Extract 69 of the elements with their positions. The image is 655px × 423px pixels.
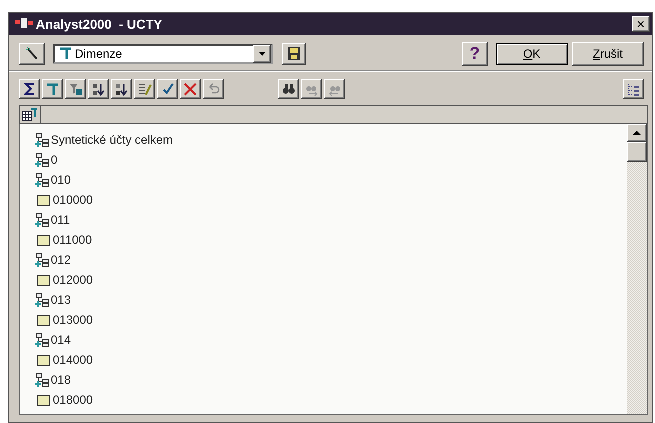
close-button[interactable]: × (632, 16, 650, 32)
checklist-icon (138, 82, 152, 96)
tree-item-label[interactable]: Syntetické účty celkem (51, 133, 174, 147)
dimension-icon (59, 47, 72, 60)
scroll-up-icon (633, 131, 641, 135)
tree-item-label[interactable]: 011 (51, 213, 70, 227)
find-previous-button[interactable] (324, 79, 345, 99)
tree-item-label[interactable]: 012000 (53, 273, 94, 287)
sort-descending-button[interactable] (111, 79, 132, 99)
binoculars-icon (282, 83, 296, 95)
filter-icon (68, 82, 82, 96)
leaf-node-icon (37, 194, 50, 206)
scrollbar[interactable] (627, 124, 647, 414)
tree-item-label[interactable]: 0 (51, 153, 58, 167)
tree-item-label[interactable]: 013 (51, 293, 72, 307)
leaf-node-icon (37, 274, 50, 286)
tree-item-label[interactable]: 013000 (53, 313, 94, 327)
find-next-button[interactable] (301, 79, 322, 99)
tree-item-label[interactable]: 014000 (53, 353, 94, 367)
hierarchy-icon (34, 373, 50, 387)
undo-button[interactable] (203, 79, 224, 99)
cancel-button[interactable]: Zrušit (572, 42, 644, 66)
tree-item-label[interactable]: 010 (51, 173, 72, 187)
hierarchy-icon (34, 133, 50, 147)
tree-item-label[interactable]: 018000 (53, 393, 94, 407)
delete-icon (184, 82, 197, 96)
find-button[interactable] (278, 79, 299, 99)
table-icon (22, 108, 38, 122)
leaf-node-icon (37, 234, 50, 246)
app-logo-icon (15, 18, 33, 30)
hierarchy-icon (34, 253, 50, 267)
hierarchy-icon (34, 293, 50, 307)
save-button[interactable] (282, 42, 306, 64)
scroll-thumb[interactable] (627, 142, 647, 162)
tree-view-button[interactable] (623, 79, 644, 99)
hierarchy-icon (34, 153, 50, 167)
tree-item-label[interactable]: 014 (51, 333, 72, 347)
leaf-node-icon (37, 394, 50, 406)
checklist-button[interactable] (134, 79, 155, 99)
hierarchy-icon (34, 333, 50, 347)
check-icon (162, 83, 174, 95)
ok-button[interactable]: OK (496, 42, 568, 64)
tree-view-icon (627, 82, 640, 96)
undo-icon (207, 83, 220, 95)
help-button[interactable]: ? (462, 42, 488, 66)
sort-ascending-button[interactable] (88, 79, 109, 99)
leaf-node-icon (37, 314, 50, 326)
dimension-button[interactable] (42, 79, 63, 99)
sum-icon (24, 83, 36, 95)
sort-descending-icon (115, 82, 128, 96)
sum-button[interactable] (19, 79, 40, 99)
tree-item-label[interactable]: 011000 (53, 233, 92, 247)
magic-wand-icon (25, 46, 39, 60)
dimension-select[interactable]: Dimenze (53, 44, 273, 64)
delete-button[interactable] (180, 79, 201, 99)
confirm-button[interactable] (157, 79, 178, 99)
tree-item-label[interactable]: 018 (51, 373, 72, 387)
save-icon (287, 46, 301, 61)
sort-ascending-icon (92, 82, 105, 96)
hierarchy-icon (34, 213, 50, 227)
tree-item-label[interactable]: 012 (51, 253, 72, 267)
wizard-button[interactable] (19, 42, 45, 64)
dropdown-arrow-icon (258, 52, 266, 56)
filter-button[interactable] (65, 79, 86, 99)
leaf-node-icon (37, 354, 50, 366)
hierarchy-icon (34, 173, 50, 187)
window-title: Analyst2000 - UCTY (36, 16, 164, 32)
dimension-icon (46, 82, 59, 96)
tree-item-label[interactable]: 010000 (53, 193, 94, 207)
